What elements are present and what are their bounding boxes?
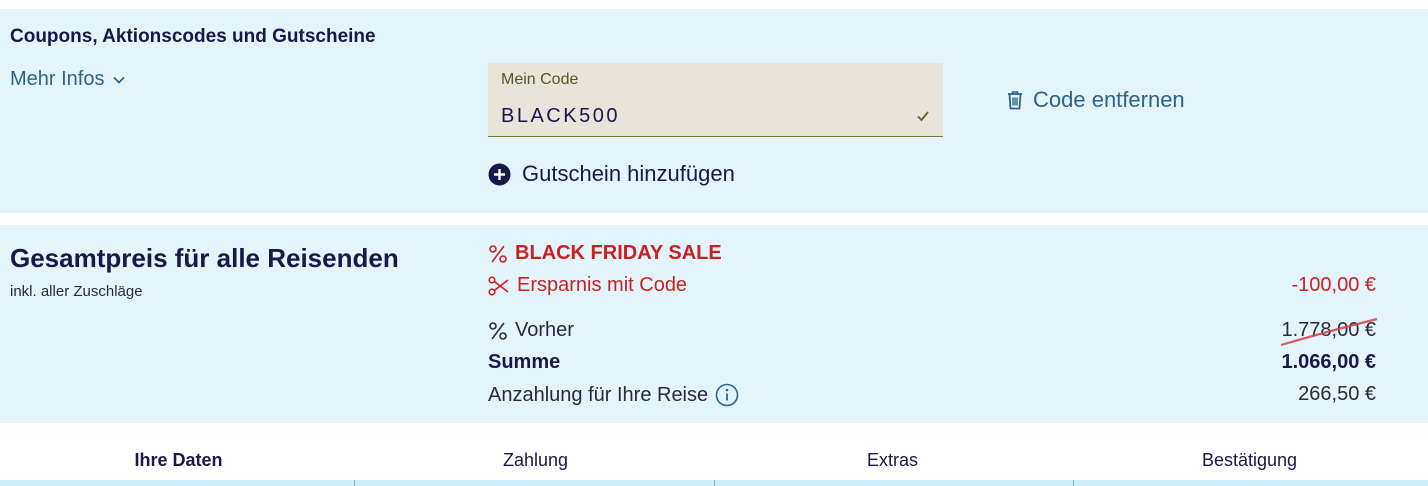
more-info-label: Mehr Infos xyxy=(10,68,105,90)
deposit-line: Anzahlung für Ihre Reise xyxy=(488,383,739,407)
remove-code-button[interactable]: Code entfernen xyxy=(1006,87,1185,113)
steps-divider xyxy=(714,480,715,486)
before-amount: 1.778,00 € xyxy=(1281,317,1378,347)
remove-code-label: Code entfernen xyxy=(1033,87,1185,112)
add-voucher-button[interactable]: Gutschein hinzufügen xyxy=(488,161,735,187)
sale-line: BLACK FRIDAY SALE xyxy=(488,242,722,265)
coupon-panel: Coupons, Aktionscodes und Gutscheine Meh… xyxy=(0,9,1428,213)
total-price-title: Gesamtpreis für alle Reisenden xyxy=(10,243,399,273)
savings-amount: -100,00 € xyxy=(1291,274,1376,296)
scissors-icon xyxy=(488,275,509,296)
before-line: Vorher xyxy=(488,319,574,342)
code-field[interactable]: Mein Code BLACK500 xyxy=(488,63,943,137)
step-ihre-daten[interactable]: Ihre Daten xyxy=(0,450,357,471)
info-icon[interactable] xyxy=(715,383,739,407)
trash-icon xyxy=(1008,91,1022,110)
savings-line: Ersparnis mit Code xyxy=(488,274,687,297)
check-icon xyxy=(917,111,929,122)
sum-amount: 1.066,00 € xyxy=(1281,351,1376,373)
deposit-label: Anzahlung für Ihre Reise xyxy=(488,383,709,406)
percent-icon xyxy=(489,321,507,340)
sale-label: BLACK FRIDAY SALE xyxy=(515,242,722,264)
step-zahlung[interactable]: Zahlung xyxy=(357,450,714,471)
steps-divider xyxy=(354,480,355,486)
sum-line: Summe xyxy=(488,351,560,374)
checkout-steps: Ihre Daten Zahlung Extras Bestätigung xyxy=(0,423,1428,486)
more-info-toggle[interactable]: Mehr Infos xyxy=(10,68,126,91)
code-field-label: Mein Code xyxy=(501,71,579,88)
plus-circle-icon xyxy=(488,163,511,185)
sum-label: Summe xyxy=(488,351,561,373)
before-label: Vorher xyxy=(515,319,574,341)
savings-label: Ersparnis mit Code xyxy=(517,274,688,296)
percent-icon xyxy=(489,244,507,263)
deposit-amount: 266,50 € xyxy=(1298,383,1376,405)
chevron-down-icon xyxy=(113,76,126,84)
steps-divider xyxy=(1073,480,1074,486)
code-input[interactable]: BLACK500 xyxy=(501,105,620,128)
before-amount-value: 1.778,00 € xyxy=(1281,319,1376,341)
add-voucher-label: Gutschein hinzufügen xyxy=(522,161,735,186)
total-price-panel: Gesamtpreis für alle Reisenden inkl. all… xyxy=(0,225,1428,423)
step-bestaetigung[interactable]: Bestätigung xyxy=(1071,450,1428,471)
total-price-subtitle: inkl. aller Zuschläge xyxy=(10,283,143,300)
step-extras[interactable]: Extras xyxy=(714,450,1071,471)
coupon-section-title: Coupons, Aktionscodes und Gutscheine xyxy=(10,26,376,47)
